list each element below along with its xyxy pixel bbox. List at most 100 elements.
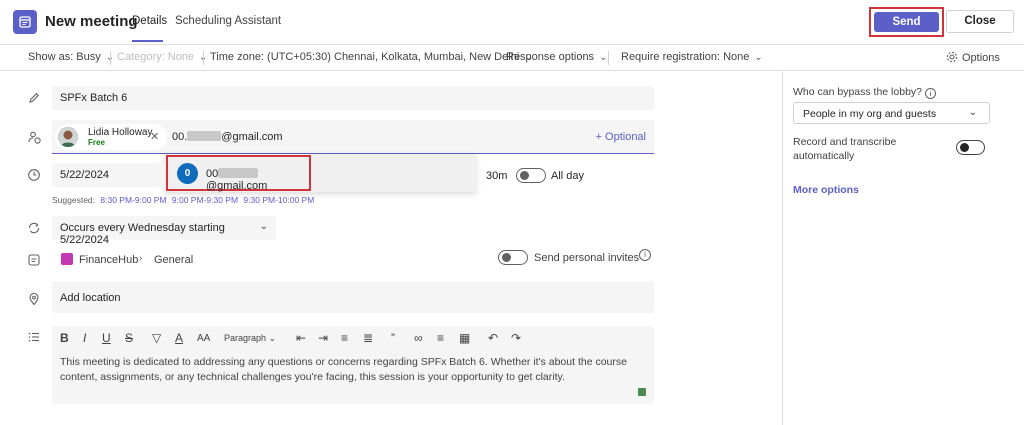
lobby-label: Who can bypass the lobby? i — [793, 86, 936, 99]
attendee-chip[interactable]: Lidia Holloway Free ✕ — [55, 124, 167, 150]
duration-text: 30m — [486, 170, 508, 182]
right-panel-divider — [782, 71, 783, 425]
bulleted-list-icon[interactable]: ≡ — [341, 331, 348, 345]
description-text: This meeting is dedicated to addressing … — [60, 356, 627, 383]
start-date-value: 5/22/2024 — [60, 169, 109, 181]
location-input[interactable]: Add location — [52, 281, 654, 313]
page-title: New meeting — [45, 13, 138, 30]
chevron-down-icon: ⌄ — [268, 333, 277, 343]
recurrence-value: Occurs every Wednesday starting 5/22/202… — [60, 222, 225, 246]
lobby-bypass-dropdown[interactable]: People in my org and guests ⌄ — [793, 102, 990, 124]
italic-icon[interactable]: I — [83, 331, 86, 345]
chevron-right-icon: › — [139, 253, 143, 264]
time-zone-dropdown[interactable]: Time zone: (UTC+05:30) Chennai, Kolkata,… — [210, 51, 533, 63]
channel-team-name[interactable]: FinanceHub — [79, 254, 138, 266]
info-icon[interactable]: i — [639, 249, 651, 261]
redo-icon[interactable]: ↷ — [511, 331, 521, 345]
paragraph-label: Paragraph — [224, 333, 267, 343]
require-registration-dropdown[interactable]: Require registration: None ⌄ — [621, 51, 763, 63]
team-avatar — [61, 253, 73, 265]
avatar — [58, 127, 78, 147]
chevron-down-icon: ⌄ — [754, 52, 763, 63]
divider — [203, 51, 204, 65]
info-icon[interactable]: i — [924, 88, 936, 99]
horizontal-rule-icon[interactable]: ≡ — [437, 331, 444, 345]
toggle-knob — [960, 143, 969, 152]
send-personal-invites-toggle[interactable] — [498, 250, 528, 265]
redacted-text — [218, 168, 259, 178]
suggestion-avatar: 0 — [177, 163, 198, 184]
time-zone-label: Time zone: (UTC+05:30) Chennai, Kolkata,… — [210, 51, 520, 63]
lobby-label-text: Who can bypass the lobby? — [793, 86, 922, 98]
bold-icon[interactable]: B — [60, 331, 69, 345]
repeat-icon — [27, 221, 41, 235]
strikethrough-icon[interactable]: S — [125, 331, 133, 345]
undo-icon[interactable]: ↶ — [488, 331, 498, 345]
paragraph-dropdown[interactable]: Paragraph ⌄ — [224, 333, 276, 344]
close-button[interactable]: Close — [946, 10, 1014, 33]
suggested-times: Suggested: 8:30 PM-9:00 PM 9:00 PM-9:30 … — [52, 195, 314, 205]
pencil-icon — [27, 91, 41, 105]
require-registration-label: Require registration: None — [621, 51, 750, 63]
typed-suffix: @gmail.com — [221, 131, 283, 143]
options-label: Options — [962, 52, 1000, 64]
response-options-dropdown[interactable]: Response options ⌄ — [506, 51, 607, 63]
underline-icon[interactable]: U — [102, 331, 111, 345]
divider — [110, 51, 111, 65]
font-color-icon[interactable]: A — [175, 331, 183, 345]
toggle-knob — [502, 253, 511, 262]
meeting-title-input[interactable]: SPFx Batch 6 — [52, 86, 654, 110]
decrease-indent-icon[interactable]: ⇤ — [296, 331, 306, 345]
font-size-icon[interactable]: AA — [197, 333, 210, 344]
channel-name[interactable]: General — [154, 254, 193, 266]
header-divider — [0, 44, 1024, 45]
meeting-description-editor[interactable]: B I U S ▽ A AA Paragraph ⌄ ⇤ ⇥ ≡ ≣ ” ∞ ≡… — [52, 326, 654, 404]
list-icon — [27, 330, 41, 344]
record-transcribe-toggle[interactable] — [956, 140, 985, 155]
show-as-dropdown[interactable]: Show as: Busy⌄ — [28, 51, 114, 63]
options-button[interactable]: Options — [946, 51, 1000, 64]
all-day-label: All day — [551, 170, 585, 182]
more-options-link[interactable]: More options — [793, 184, 859, 196]
divider — [608, 51, 609, 65]
tab-scheduling-assistant[interactable]: Scheduling Assistant — [175, 15, 281, 27]
suggestion-suffix: @gmail.com — [206, 180, 268, 192]
suggestion-item[interactable]: 0 00@gmail.com — [166, 155, 311, 192]
suggestion-email: 00@gmail.com — [206, 168, 309, 192]
record-transcribe-label: Record and transcribe automatically — [793, 136, 897, 162]
suggestion-prefix: 00 — [206, 168, 219, 180]
attendee-status: Free — [88, 138, 105, 147]
table-icon[interactable]: ▦ — [459, 331, 470, 345]
toggle-knob — [520, 171, 529, 180]
category-dropdown: Category: None⌄ — [117, 51, 207, 63]
all-day-toggle[interactable] — [516, 168, 546, 183]
numbered-list-icon[interactable]: ≣ — [363, 331, 373, 345]
increase-indent-icon[interactable]: ⇥ — [318, 331, 328, 345]
quote-icon[interactable]: ” — [391, 331, 395, 345]
suggested-time-1[interactable]: 8:30 PM-9:00 PM — [100, 195, 166, 205]
highlight-icon[interactable]: ▽ — [152, 331, 161, 345]
add-people-icon — [27, 130, 41, 144]
category-label: Category: None — [117, 51, 195, 63]
meeting-title-value: SPFx Batch 6 — [60, 92, 128, 104]
options-divider — [0, 70, 1024, 71]
attendees-input[interactable]: Lidia Holloway Free ✕ 00. @gmail.com + Op… — [52, 120, 654, 154]
suggested-label: Suggested: — [52, 195, 96, 205]
chevron-down-icon: ⌄ — [259, 221, 268, 232]
channel-icon — [27, 253, 41, 267]
active-tab-indicator — [132, 40, 163, 42]
optional-attendees-link[interactable]: + Optional — [596, 131, 646, 143]
remove-attendee-icon[interactable]: ✕ — [150, 130, 159, 143]
chevron-down-icon: ⌄ — [968, 107, 977, 118]
suggested-time-2[interactable]: 9:00 PM-9:30 PM — [172, 195, 238, 205]
recurrence-dropdown[interactable]: Occurs every Wednesday starting 5/22/202… — [52, 216, 276, 246]
start-date-picker[interactable]: 5/22/2024 — [52, 163, 164, 187]
typed-prefix: 00. — [172, 131, 188, 143]
calendar-app-icon — [13, 10, 37, 34]
tab-details[interactable]: Details — [132, 15, 167, 27]
clock-icon — [27, 168, 41, 182]
link-icon[interactable]: ∞ — [414, 331, 423, 345]
location-placeholder: Add location — [60, 292, 121, 304]
suggested-time-3[interactable]: 9:30 PM-10:00 PM — [243, 195, 314, 205]
send-button[interactable]: Send — [874, 12, 939, 32]
